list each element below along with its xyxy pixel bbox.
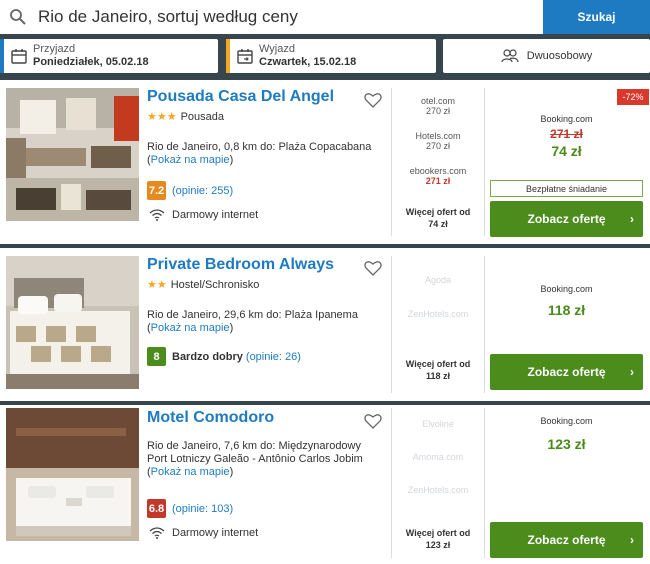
rating-score: 7.2 bbox=[147, 181, 166, 200]
view-offer-button[interactable]: Zobacz ofertę › bbox=[490, 522, 643, 558]
hotel-type: Hostel/Schronisko bbox=[170, 279, 260, 291]
hotel-name[interactable]: Motel Comodoro bbox=[147, 409, 274, 427]
room-type-label: Dwuosobowy bbox=[526, 50, 593, 62]
offer-item[interactable]: Elvoline bbox=[393, 419, 483, 429]
divider bbox=[484, 88, 485, 236]
hotel-location: Rio de Janeiro, 0,8 km do: Plaża Copacab… bbox=[147, 141, 382, 167]
location-text-line1: Rio de Janeiro, 7,6 km do: Międzynarodow… bbox=[147, 440, 361, 452]
checkout-stripe bbox=[226, 39, 230, 73]
divider bbox=[484, 256, 485, 393]
search-button[interactable]: Szukaj bbox=[543, 0, 650, 34]
stars-icon: ★★★ bbox=[147, 111, 177, 123]
hotel-location: Rio de Janeiro, 7,6 km do: Międzynarodow… bbox=[147, 440, 382, 479]
hotel-location: Rio de Janeiro, 29,6 km do: Plaża Ipanem… bbox=[147, 309, 382, 335]
hotel-card: Pousada Casa Del Angel ★★★ Pousada Rio de… bbox=[0, 80, 650, 244]
date-selector-row: Przyjazd Poniedziałek, 05.02.18 Wyjazd C… bbox=[0, 39, 650, 73]
best-deal: Booking.com 118 zł bbox=[490, 284, 643, 318]
hotel-photo[interactable] bbox=[6, 256, 139, 389]
offer-item[interactable]: ZenHotels.com bbox=[393, 309, 483, 319]
hotel-category: ★★ Hostel/Schronisko bbox=[147, 278, 259, 291]
more-offers-link[interactable]: Więcej ofert od 123 zł bbox=[393, 527, 483, 551]
rating-score: 6.8 bbox=[147, 499, 166, 518]
deal-site: Booking.com bbox=[540, 416, 593, 426]
discount-badge: -72% bbox=[617, 89, 649, 105]
reviews-link[interactable]: (opinie: 255) bbox=[172, 185, 233, 197]
amenity: Darmowy internet bbox=[149, 209, 258, 221]
chevron-right-icon: › bbox=[630, 212, 634, 226]
location-text-line2: Port Lotniczy Galeão - Antônio Carlos Jo… bbox=[147, 453, 363, 465]
checkin-date-field[interactable]: Przyjazd Poniedziałek, 05.02.18 bbox=[0, 39, 218, 73]
show-on-map-link[interactable]: Pokaż na mapie bbox=[151, 466, 230, 478]
divider bbox=[391, 408, 392, 558]
calendar-icon bbox=[11, 49, 27, 64]
chevron-right-icon: › bbox=[630, 533, 634, 547]
hotel-name[interactable]: Private Bedroom Always bbox=[147, 256, 334, 274]
view-offer-button[interactable]: Zobacz ofertę › bbox=[490, 201, 643, 237]
wifi-icon bbox=[149, 209, 165, 221]
heart-icon[interactable] bbox=[364, 413, 382, 429]
checkout-value: Czwartek, 15.02.18 bbox=[259, 56, 357, 68]
wifi-icon bbox=[149, 527, 165, 539]
old-price: 271 zł bbox=[550, 127, 583, 141]
reviews-link[interactable]: (opinie: 26) bbox=[246, 351, 301, 363]
room-type-selector[interactable]: Dwuosobowy bbox=[443, 39, 650, 73]
hotel-category: ★★★ Pousada bbox=[147, 110, 224, 123]
checkin-label: Przyjazd bbox=[33, 43, 76, 55]
calendar-arrow-icon bbox=[237, 49, 253, 64]
more-offers-link[interactable]: Więcej ofert od 118 zł bbox=[393, 358, 483, 382]
breakfast-badge: Bezpłatne śniadanie bbox=[490, 180, 643, 197]
search-bar: Szukaj bbox=[0, 0, 650, 34]
deal-price: 123 zł bbox=[547, 436, 586, 452]
location-text: Rio de Janeiro, 29,6 km do: Plaża Ipanem… bbox=[147, 309, 358, 321]
offer-item[interactable]: ebookers.com 271 zł bbox=[393, 166, 483, 186]
checkin-value: Poniedziałek, 05.02.18 bbox=[33, 56, 149, 68]
location-text: Rio de Janeiro, 0,8 km do: Plaża Copacab… bbox=[147, 141, 372, 153]
guests-icon bbox=[501, 49, 519, 63]
show-on-map-link[interactable]: Pokaż na mapie bbox=[151, 154, 230, 166]
hotel-name[interactable]: Pousada Casa Del Angel bbox=[147, 88, 334, 106]
checkin-stripe bbox=[0, 39, 4, 73]
offer-item[interactable]: otel.com 270 zł bbox=[393, 96, 483, 116]
rating-score: 8 bbox=[147, 347, 166, 366]
offer-item[interactable]: ZenHotels.com bbox=[393, 485, 483, 495]
view-offer-button[interactable]: Zobacz ofertę › bbox=[490, 354, 643, 390]
heart-icon[interactable] bbox=[364, 92, 382, 108]
deal-site: Booking.com bbox=[540, 284, 593, 294]
divider bbox=[484, 408, 485, 558]
reviews-link[interactable]: (opinie: 103) bbox=[172, 503, 233, 515]
amenity-label: Darmowy internet bbox=[172, 527, 259, 539]
more-offers-link[interactable]: Więcej ofert od 74 zł bbox=[393, 206, 483, 230]
best-deal: Booking.com 271 zł 74 zł bbox=[490, 114, 643, 159]
offer-item[interactable]: Hotels.com 270 zł bbox=[393, 131, 483, 151]
show-on-map-link[interactable]: Pokaż na mapie bbox=[151, 322, 230, 334]
amenity: Darmowy internet bbox=[149, 527, 258, 539]
rating-text: Bardzo dobry bbox=[172, 350, 243, 363]
hotel-card: Private Bedroom Always ★★ Hostel/Schronis… bbox=[0, 248, 650, 401]
deal-price: 74 zł bbox=[551, 143, 582, 159]
deal-site: Booking.com bbox=[540, 114, 593, 124]
hotel-rating: 8 Bardzo dobry (opinie: 26) bbox=[147, 347, 301, 366]
hotel-photo[interactable] bbox=[6, 408, 139, 541]
chevron-right-icon: › bbox=[630, 365, 634, 379]
hotel-type: Pousada bbox=[180, 111, 225, 123]
hotel-photo[interactable] bbox=[6, 88, 139, 221]
search-icon bbox=[10, 9, 26, 25]
checkout-date-field[interactable]: Wyjazd Czwartek, 15.02.18 bbox=[226, 39, 436, 73]
deal-price: 118 zł bbox=[547, 302, 586, 318]
hotel-card: Motel Comodoro Rio de Janeiro, 7,6 km do… bbox=[0, 405, 650, 564]
offer-item[interactable]: Amoma.com bbox=[393, 452, 483, 462]
offer-item[interactable]: Agoda bbox=[393, 275, 483, 285]
search-input[interactable] bbox=[38, 3, 538, 31]
stars-icon: ★★ bbox=[147, 279, 167, 291]
checkout-label: Wyjazd bbox=[259, 43, 295, 55]
hotel-rating: 7.2 (opinie: 255) bbox=[147, 181, 233, 200]
divider bbox=[391, 256, 392, 393]
hotel-rating: 6.8 (opinie: 103) bbox=[147, 499, 233, 518]
best-deal: Booking.com 123 zł bbox=[490, 416, 643, 452]
heart-icon[interactable] bbox=[364, 260, 382, 276]
amenity-label: Darmowy internet bbox=[172, 209, 259, 221]
divider bbox=[391, 88, 392, 236]
